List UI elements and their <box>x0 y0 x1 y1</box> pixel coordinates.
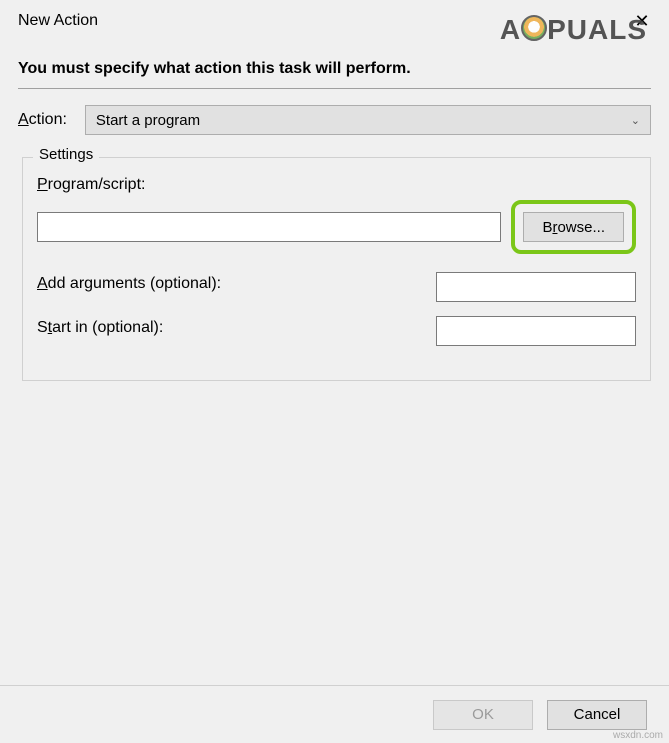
startin-input[interactable] <box>436 316 636 346</box>
program-input[interactable] <box>37 212 501 242</box>
action-label: Action: <box>18 111 67 129</box>
action-row: Action: Start a program ⌄ <box>18 105 651 135</box>
browse-highlight: Browse... <box>511 200 636 254</box>
action-dropdown[interactable]: Start a program ⌄ <box>85 105 651 135</box>
startin-label: Start in (optional): <box>37 319 163 337</box>
arguments-input[interactable] <box>436 272 636 302</box>
dialog-content: You must specify what action this task w… <box>0 40 669 381</box>
settings-group: Settings Program/script: Browse... Add a… <box>22 157 651 381</box>
cancel-button[interactable]: Cancel <box>547 700 647 730</box>
dialog-title: New Action <box>18 12 98 30</box>
settings-legend: Settings <box>33 146 99 163</box>
divider <box>18 88 651 89</box>
dialog-footer: OK Cancel <box>0 685 669 743</box>
arguments-row: Add arguments (optional): <box>37 272 636 302</box>
instruction-text: You must specify what action this task w… <box>18 60 651 78</box>
program-row: Browse... <box>37 200 636 254</box>
arguments-label: Add arguments (optional): <box>37 275 221 293</box>
close-icon[interactable]: ✕ <box>627 11 657 32</box>
startin-row: Start in (optional): <box>37 316 636 346</box>
new-action-dialog: New Action ✕ A PUALS You must specify wh… <box>0 0 669 743</box>
titlebar: New Action ✕ <box>0 0 669 40</box>
action-dropdown-value: Start a program <box>96 112 200 129</box>
chevron-down-icon: ⌄ <box>631 114 640 127</box>
browse-button[interactable]: Browse... <box>523 212 624 242</box>
program-label: Program/script: <box>37 176 636 194</box>
ok-button[interactable]: OK <box>433 700 533 730</box>
